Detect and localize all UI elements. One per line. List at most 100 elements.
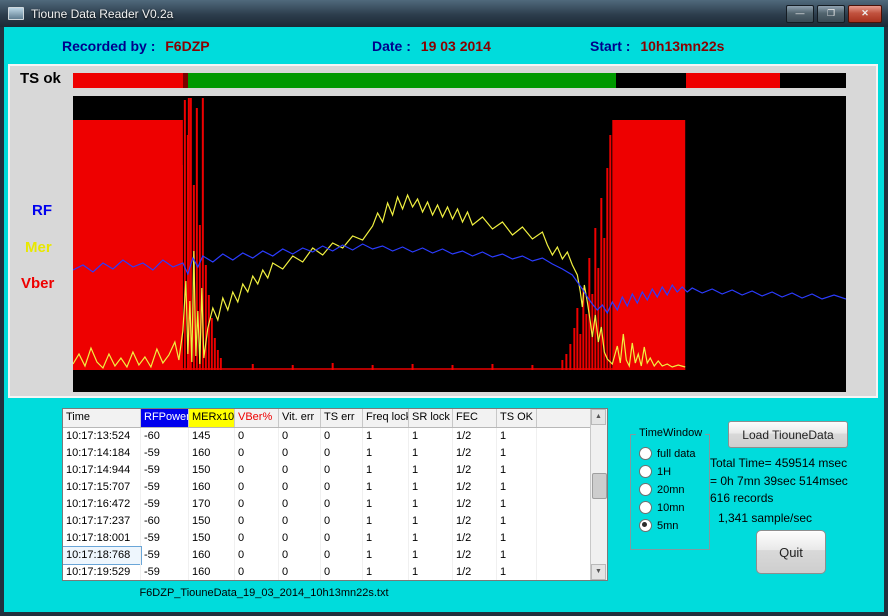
table-cell: 0	[235, 462, 279, 479]
table-cell: 1/2	[453, 513, 497, 530]
table-row[interactable]: 10:17:13:524-60145000111/21	[63, 428, 593, 445]
table-cell: 10:17:14:944	[63, 462, 141, 479]
table-cell: 1	[409, 547, 453, 564]
table-row[interactable]: 10:17:14:944-59150000111/21	[63, 462, 593, 479]
radio-option-1H[interactable]: 1H	[639, 465, 696, 478]
table-row[interactable]: 10:17:16:472-59170000111/21	[63, 496, 593, 513]
table-cell: -59	[141, 496, 189, 513]
table-row[interactable]: 10:17:14:184-59160000111/21	[63, 445, 593, 462]
table-cell: 10:17:13:524	[63, 428, 141, 445]
table-cell: -59	[141, 462, 189, 479]
timewindow-options: full data 1H 20mn 10mn 5mn	[639, 447, 696, 532]
radio-icon[interactable]	[639, 501, 652, 514]
table-row[interactable]: 10:17:17:237-60150000111/21	[63, 513, 593, 530]
load-tiounedata-button[interactable]: Load TiouneData	[728, 421, 848, 448]
table-cell: 150	[189, 462, 235, 479]
start-value: 10h13mn22s	[640, 38, 724, 54]
scroll-down-icon[interactable]: ▼	[591, 564, 606, 580]
table-row[interactable]: 10:17:15:707-59160000111/21	[63, 479, 593, 496]
table-body: 10:17:13:524-60145000111/2110:17:14:184-…	[63, 428, 593, 581]
table-cell: 0	[321, 513, 363, 530]
column-header[interactable]: Time	[63, 409, 141, 427]
close-button[interactable]: ✕	[848, 5, 882, 23]
table-header-row: TimeRFPowerMERx10VBer%Vit. errTS errFreq…	[63, 409, 593, 428]
table-cell: 1/2	[453, 496, 497, 513]
table-cell: 1	[497, 479, 537, 496]
ts-segment	[73, 73, 183, 88]
table-row[interactable]: 10:17:19:529-59160000111/21	[63, 564, 593, 581]
timewindow-label: TimeWindow	[636, 427, 705, 439]
radio-icon[interactable]	[639, 483, 652, 496]
timewindow-group: TimeWindow full data1H20mn10mn5mn	[630, 434, 710, 550]
recorded-by-label: Recorded by :	[62, 38, 155, 54]
rf-series-label: RF	[32, 202, 52, 219]
table-cell: 0	[321, 530, 363, 547]
table-cell: 1	[363, 513, 409, 530]
column-header[interactable]: RFPower	[141, 409, 189, 427]
column-header[interactable]: MERx10	[189, 409, 235, 427]
column-header[interactable]: Freq lock	[363, 409, 409, 427]
window-title: Tioune Data Reader V0.2a	[31, 7, 173, 21]
data-table[interactable]: TimeRFPowerMERx10VBer%Vit. errTS errFreq…	[62, 408, 608, 581]
signal-loss-region	[73, 120, 183, 370]
column-header[interactable]: VBer%	[235, 409, 279, 427]
table-cell: 1/2	[453, 564, 497, 581]
table-cell: 0	[235, 564, 279, 581]
table-cell: 0	[235, 445, 279, 462]
table-cell: 150	[189, 513, 235, 530]
column-header[interactable]: SR lock	[409, 409, 453, 427]
ts-segment	[188, 73, 616, 88]
start-field: Start : 10h13mn22s	[590, 38, 724, 54]
scroll-up-icon[interactable]: ▲	[591, 409, 606, 425]
table-cell: 1	[409, 462, 453, 479]
table-cell: 1	[363, 530, 409, 547]
column-header[interactable]: Vit. err	[279, 409, 321, 427]
start-label: Start :	[590, 38, 630, 54]
table-cell: 1/2	[453, 445, 497, 462]
table-cell: 0	[321, 462, 363, 479]
table-cell: 1	[497, 530, 537, 547]
date-field: Date : 19 03 2014	[372, 38, 491, 54]
table-cell: 1	[409, 530, 453, 547]
column-header[interactable]: FEC	[453, 409, 497, 427]
table-cell: 0	[279, 428, 321, 445]
table-cell: 0	[235, 428, 279, 445]
radio-option-20mn[interactable]: 20mn	[639, 483, 696, 496]
radio-icon[interactable]	[639, 465, 652, 478]
duration-text: = 0h 7mn 39sec 514msec	[710, 474, 848, 488]
table-cell: 0	[235, 479, 279, 496]
table-row[interactable]: 10:17:18:001-59150000111/21	[63, 530, 593, 547]
table-cell: 10:17:15:707	[63, 479, 141, 496]
table-cell: 1/2	[453, 428, 497, 445]
table-scrollbar[interactable]: ▲ ▼	[590, 409, 607, 580]
table-cell: 10:17:18:001	[63, 530, 141, 547]
radio-option-full-data[interactable]: full data	[639, 447, 696, 460]
radio-label: 20mn	[657, 484, 685, 496]
sample-rate-text: 1,341 sample/sec	[718, 511, 812, 525]
recorded-by-field: Recorded by : F6DZP	[62, 38, 210, 54]
table-cell: 10:17:14:184	[63, 445, 141, 462]
column-header[interactable]: TS err	[321, 409, 363, 427]
minimize-button[interactable]: —	[786, 5, 814, 23]
radio-option-10mn[interactable]: 10mn	[639, 501, 696, 514]
radio-icon[interactable]	[639, 447, 652, 460]
radio-label: 5mn	[657, 520, 678, 532]
table-cell: -59	[141, 564, 189, 581]
title-bar[interactable]: Tioune Data Reader V0.2a — ❐ ✕	[0, 0, 888, 27]
table-cell: -59	[141, 445, 189, 462]
radio-option-5mn[interactable]: 5mn	[639, 519, 696, 532]
table-cell: 1	[497, 428, 537, 445]
table-cell: 1	[363, 462, 409, 479]
vber-series-label: Vber	[21, 275, 54, 292]
scrollbar-thumb[interactable]	[592, 473, 607, 499]
radio-icon[interactable]	[639, 519, 652, 532]
table-row[interactable]: 10:17:18:768-59160000111/21	[63, 547, 593, 564]
ts-segment	[686, 73, 780, 88]
table-cell: 1	[497, 445, 537, 462]
table-cell: 1	[409, 564, 453, 581]
column-header[interactable]: TS OK	[497, 409, 537, 427]
table-cell: 1	[363, 564, 409, 581]
maximize-button[interactable]: ❐	[817, 5, 845, 23]
quit-button[interactable]: Quit	[756, 530, 826, 574]
table-cell: 10:17:17:237	[63, 513, 141, 530]
